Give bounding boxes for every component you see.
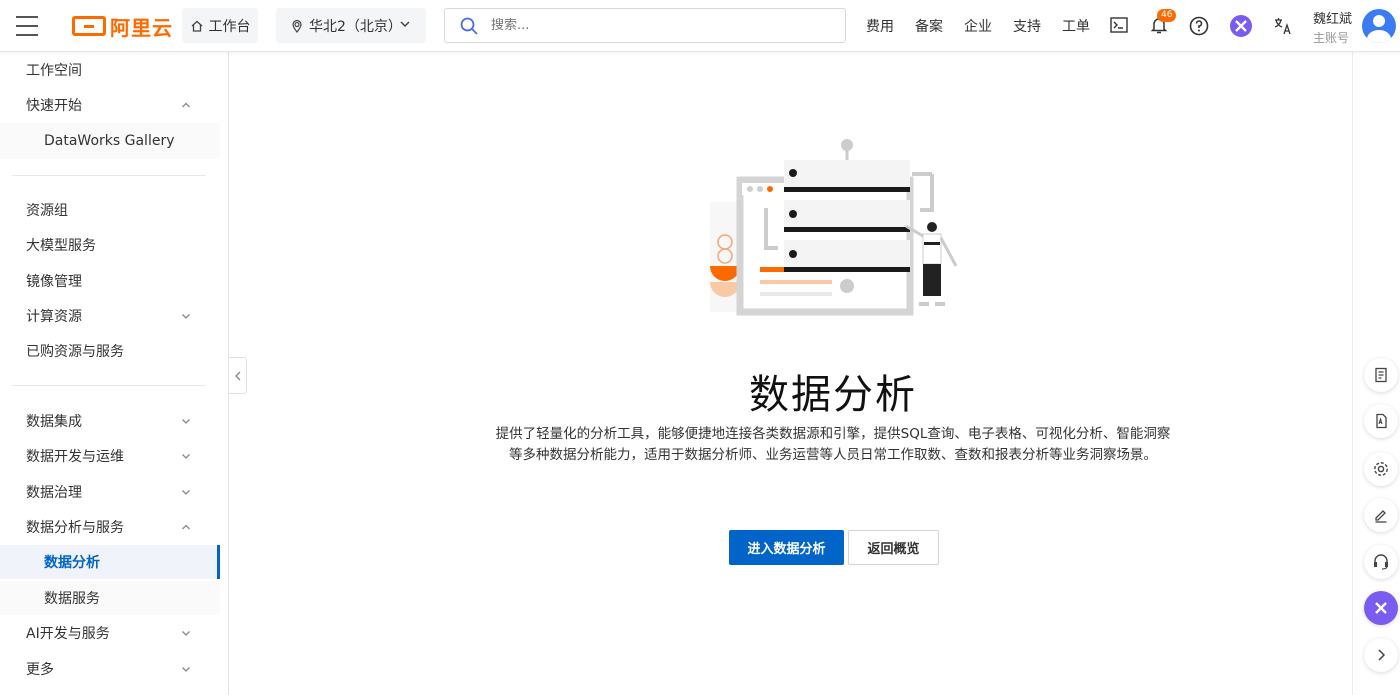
search-input[interactable]	[491, 18, 791, 33]
chevron-up-icon	[182, 102, 190, 108]
edit-button[interactable]	[1364, 498, 1398, 532]
headset-icon	[1374, 554, 1388, 570]
notification-badge: 46	[1157, 9, 1177, 22]
sidebar-item-more[interactable]: 更多	[0, 652, 220, 686]
user-avatar[interactable]	[1362, 9, 1396, 43]
sidebar-item-data-analysis[interactable]: 数据分析	[0, 545, 220, 579]
sidebar-item-compute-resources[interactable]: 计算资源	[0, 299, 220, 333]
logo-mark-icon	[72, 16, 106, 36]
document-icon	[1375, 367, 1387, 383]
sidebar-item-ai-dev[interactable]: AI开发与服务	[0, 616, 220, 650]
page-description: 提供了轻量化的分析工具，能够便捷地连接各类数据源和引擎，提供SQL查询、电子表格…	[480, 424, 1186, 466]
sidebar-item-dataworks-gallery[interactable]: DataWorks Gallery	[0, 123, 220, 159]
sidebar-item-data-service[interactable]: 数据服务	[0, 581, 220, 615]
chevron-down-icon	[182, 667, 190, 672]
sidebar-item-label: 工作空间	[26, 63, 82, 79]
sidebar-item-label: 大模型服务	[26, 238, 96, 254]
sidebar-item-label: AI开发与服务	[26, 626, 110, 642]
sidebar-divider	[12, 175, 206, 176]
ai-assistant-button[interactable]	[1364, 591, 1398, 625]
region-label: 华北2（北京）	[309, 18, 402, 35]
nav-tickets[interactable]: 工单	[1062, 16, 1090, 36]
sidebar-item-label: 数据分析与服务	[26, 520, 124, 536]
enter-data-analysis-button[interactable]: 进入数据分析	[729, 530, 844, 565]
chevron-right-icon	[1378, 649, 1386, 661]
data-analysis-illustration	[710, 139, 958, 316]
back-to-overview-button[interactable]: 返回概览	[848, 530, 939, 565]
page-title: 数据分析	[749, 372, 917, 418]
sidebar-item-label: 数据治理	[26, 485, 82, 501]
nav-billing[interactable]: 费用	[866, 16, 894, 36]
menu-icon[interactable]	[16, 16, 38, 36]
right-toolbar	[1352, 52, 1400, 695]
sidebar-item-data-integration[interactable]: 数据集成	[0, 404, 220, 438]
sidebar-item-workspace[interactable]: 工作空间	[0, 53, 220, 87]
description-line-2: 等多种数据分析能力，适用于数据分析师、业务运营等人员日常工作取数、查数和报表分析…	[509, 447, 1157, 463]
location-pin-icon	[292, 19, 302, 33]
terminal-icon[interactable]	[1110, 17, 1128, 33]
sidebar-item-data-analysis-service[interactable]: 数据分析与服务	[0, 510, 220, 544]
user-role: 主账号	[1313, 31, 1350, 45]
chevron-up-icon	[182, 524, 190, 530]
sidebar-item-image-management[interactable]: 镜像管理	[0, 264, 220, 298]
sidebar-item-label: 数据开发与运维	[26, 449, 124, 465]
sidebar-item-purchased[interactable]: 已购资源与服务	[0, 334, 220, 368]
gear-icon	[1374, 462, 1388, 476]
top-bar: 阿里云 工作台 华北2（北京） 费用 备案 企业 支持 工单 46 魏红斌 主账…	[0, 0, 1400, 52]
sidebar-divider	[12, 385, 206, 386]
nav-support[interactable]: 支持	[1013, 16, 1041, 36]
search-box[interactable]	[444, 8, 846, 43]
chevron-down-icon	[400, 21, 410, 28]
sidebar-item-quickstart[interactable]: 快速开始	[0, 88, 220, 122]
nav-enterprise[interactable]: 企业	[964, 16, 992, 36]
chevron-down-icon	[182, 454, 190, 459]
sidebar-item-label: DataWorks Gallery	[44, 133, 175, 149]
nav-icp[interactable]: 备案	[915, 16, 943, 36]
sidebar-item-label: 数据服务	[44, 591, 100, 607]
sidebar-item-label: 计算资源	[26, 309, 82, 325]
api-doc-icon	[1376, 413, 1387, 429]
sidebar-item-data-governance[interactable]: 数据治理	[0, 475, 220, 509]
help-icon[interactable]	[1189, 16, 1209, 36]
expand-rail-button[interactable]	[1364, 638, 1398, 672]
chevron-left-icon	[234, 371, 240, 380]
sidebar-item-label: 镜像管理	[26, 274, 82, 290]
aliyun-logo[interactable]: 阿里云	[72, 12, 173, 40]
ai-assistant-icon	[1375, 602, 1387, 614]
description-line-1: 提供了轻量化的分析工具，能够便捷地连接各类数据源和引擎，提供SQL查询、电子表格…	[495, 426, 1171, 442]
region-selector[interactable]: 华北2（北京）	[276, 8, 426, 43]
sidebar-item-llm-service[interactable]: 大模型服务	[0, 228, 220, 262]
edit-icon	[1375, 510, 1387, 523]
sidebar-item-data-dev-ops[interactable]: 数据开发与运维	[0, 439, 220, 473]
sidebar: 工作空间 快速开始 DataWorks Gallery 资源组 大模型服务 镜像…	[0, 52, 229, 695]
user-name[interactable]: 魏红斌	[1313, 8, 1352, 27]
document-button[interactable]	[1364, 358, 1398, 392]
translate-icon[interactable]	[1273, 16, 1293, 36]
sidebar-item-label: 已购资源与服务	[26, 344, 124, 360]
sidebar-item-label: 快速开始	[26, 98, 82, 114]
workbench-button[interactable]: 工作台	[182, 8, 258, 43]
logo-text: 阿里云	[110, 15, 173, 40]
sidebar-item-label: 更多	[26, 662, 54, 678]
customer-service-button[interactable]	[1364, 545, 1398, 579]
chevron-down-icon	[182, 631, 190, 636]
workbench-label: 工作台	[208, 18, 251, 35]
top-nav: 费用 备案 企业 支持 工单	[866, 16, 1111, 36]
search-icon	[460, 17, 478, 35]
chevron-down-icon	[182, 314, 190, 319]
api-button[interactable]	[1364, 404, 1398, 438]
sidebar-item-label: 数据集成	[26, 414, 82, 430]
sidebar-item-resource-group[interactable]: 资源组	[0, 193, 220, 227]
sidebar-item-label: 资源组	[26, 203, 68, 219]
sidebar-collapse-button[interactable]	[229, 357, 247, 394]
ai-assistant-icon[interactable]	[1229, 14, 1253, 38]
sidebar-item-label: 数据分析	[44, 555, 100, 571]
chevron-down-icon	[182, 419, 190, 424]
home-icon	[191, 20, 202, 32]
chevron-down-icon	[182, 490, 190, 495]
settings-button[interactable]	[1364, 452, 1398, 486]
